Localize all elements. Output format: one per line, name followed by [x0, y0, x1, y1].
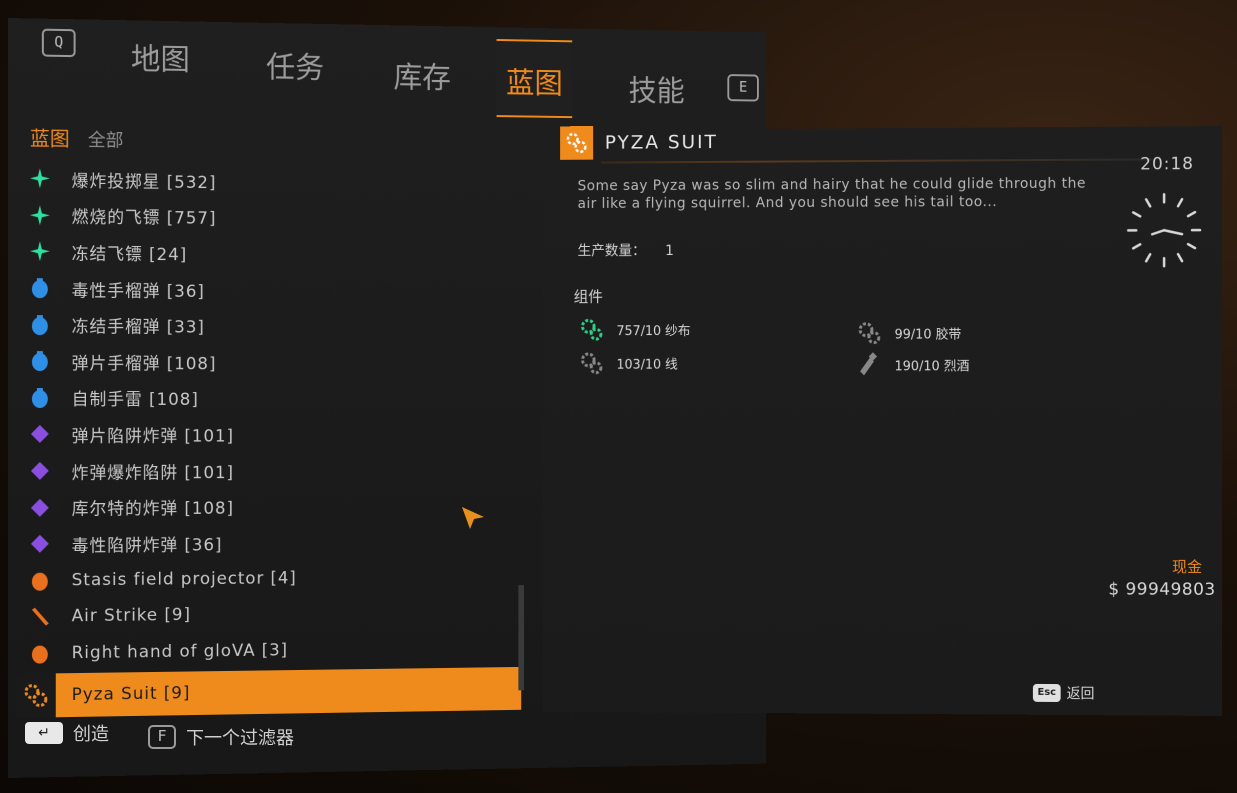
list-item[interactable]: 自制手雷 [108]: [16, 380, 521, 417]
tab-skills[interactable]: 技能: [619, 59, 694, 118]
gear-icon: [578, 315, 605, 343]
star-icon: [24, 166, 56, 190]
blueprint-detail-panel: PYZA SUIT Some say Pyza was so slim and …: [542, 126, 1222, 716]
qty-label: 生产数量：: [577, 243, 646, 260]
tab-map[interactable]: 地图: [121, 26, 200, 87]
list-item-label: Air Strike [9]: [71, 605, 191, 627]
next-filter-label: 下一个过滤器: [186, 728, 294, 749]
list-item-label: Pyza Suit [9]: [71, 683, 191, 706]
list-item-label: Right hand of gloVA [3]: [71, 640, 289, 664]
grenade-icon: [24, 386, 56, 410]
grenade-icon: [24, 313, 56, 337]
list-item-label: 弹片陷阱炸弹 [101]: [71, 426, 234, 447]
tab-inventory[interactable]: 库存: [384, 45, 461, 105]
material-item: 757/10 纱布: [578, 315, 691, 343]
back-button[interactable]: Esc 返回: [1032, 683, 1095, 703]
mouse-cursor-icon: [460, 505, 486, 535]
cash-value: $ 99949803: [1108, 579, 1216, 600]
list-item[interactable]: 毒性手榴弹 [36]: [16, 270, 521, 309]
list-item[interactable]: Right hand of gloVA [3]: [16, 630, 521, 673]
material-text: 103/10 线: [616, 357, 678, 373]
material-item: 99/10 胶带: [855, 319, 961, 347]
projector-icon: [24, 568, 56, 592]
list-item[interactable]: 弹片手榴弹 [108]: [16, 343, 521, 380]
tab-quests[interactable]: 任务: [256, 35, 334, 95]
list-item-label: 爆炸投掷星 [532]: [71, 171, 217, 193]
list-item[interactable]: Stasis field projector [4]: [16, 558, 521, 599]
cash-label: 现金: [1172, 557, 1203, 576]
filter-key: F: [148, 725, 176, 749]
list-item-label: Stasis field projector [4]: [71, 568, 297, 591]
list-item-label: 冻结手榴弹 [33]: [71, 317, 205, 338]
filter-scope[interactable]: 全部: [88, 130, 124, 151]
footer-next-filter[interactable]: F 下一个过滤器: [148, 724, 294, 750]
gear-icon: [578, 349, 605, 377]
list-item-label: 毒性陷阱炸弹 [36]: [71, 535, 223, 557]
material-item: 103/10 线: [578, 349, 678, 377]
blueprint-title: PYZA SUIT: [604, 131, 718, 154]
list-item[interactable]: 炸弹爆炸陷阱 [101]: [16, 451, 521, 489]
material-text: 99/10 胶带: [894, 327, 962, 343]
star-icon: [24, 203, 56, 227]
qty-value: 1: [665, 243, 674, 259]
list-item-label: 燃烧的飞镖 [757]: [71, 207, 217, 230]
grenade-icon: [24, 276, 56, 300]
top-tab-bar: Q 地图 任务 库存 蓝图 技能 E: [18, 18, 775, 129]
prev-tab-key[interactable]: Q: [41, 28, 76, 58]
blueprint-list: 爆炸投掷星 [532] 燃烧的飞镖 [757] 冻结飞镖 [24] 毒性手榴弹 …: [15, 160, 522, 719]
material-text: 757/10 纱布: [616, 323, 691, 339]
list-item-selected[interactable]: Pyza Suit [9]: [15, 667, 522, 719]
back-label: 返回: [1066, 686, 1095, 703]
list-item[interactable]: 毒性陷阱炸弹 [36]: [16, 523, 521, 563]
create-label: 创造: [73, 724, 109, 745]
grenade-icon: [24, 349, 56, 373]
clock-icon: [1124, 190, 1204, 270]
gears-icon: [15, 673, 56, 719]
gears-icon: [560, 126, 594, 160]
tab-blueprints[interactable]: 蓝图: [496, 38, 573, 119]
star-icon: [24, 240, 56, 264]
flask-icon: [855, 351, 883, 379]
list-item[interactable]: Air Strike [9]: [16, 594, 521, 636]
list-item[interactable]: 爆炸投掷星 [532]: [16, 160, 521, 202]
trap-icon: [24, 459, 56, 483]
list-item-label: 弹片手榴弹 [108]: [71, 353, 217, 375]
title-divider: [600, 158, 1153, 164]
filter-category[interactable]: 蓝图: [30, 126, 70, 150]
list-item[interactable]: 冻结飞镖 [24]: [16, 233, 521, 273]
flare-icon: [24, 605, 56, 629]
trap-icon: [24, 532, 56, 556]
list-scrollbar[interactable]: [518, 585, 525, 691]
gear-icon: [855, 319, 883, 347]
list-item-label: 自制手雷 [108]: [71, 390, 199, 411]
material-item: 190/10 烈酒: [855, 350, 969, 378]
components-heading: 组件: [573, 287, 603, 306]
trap-icon: [24, 422, 56, 446]
list-item[interactable]: 燃烧的飞镖 [757]: [16, 197, 521, 238]
esc-key-icon: Esc: [1032, 683, 1061, 703]
blueprint-description: Some say Pyza was so slim and hairy that…: [577, 175, 1086, 212]
trap-icon: [24, 495, 56, 519]
list-item-label: 毒性手榴弹 [36]: [71, 280, 205, 302]
projector-icon: [24, 641, 56, 665]
next-tab-key[interactable]: E: [727, 74, 759, 102]
footer-create[interactable]: ↵ 创造: [25, 720, 109, 746]
clock-time: 20:18: [1140, 154, 1195, 175]
production-quantity: 生产数量： 1: [578, 240, 674, 260]
list-item[interactable]: 冻结手榴弹 [33]: [16, 306, 521, 344]
list-item[interactable]: 库尔特的炸弹 [108]: [16, 487, 521, 526]
material-text: 190/10 烈酒: [894, 358, 970, 374]
list-item-label: 冻结飞镖 [24]: [71, 244, 188, 266]
list-item[interactable]: 弹片陷阱炸弹 [101]: [16, 416, 521, 453]
list-item-label: 库尔特的炸弹 [108]: [71, 498, 234, 520]
enter-key-icon: ↵: [25, 722, 63, 744]
filter-row: 蓝图 全部: [30, 122, 123, 152]
list-item-label: 炸弹爆炸陷阱 [101]: [71, 462, 234, 484]
